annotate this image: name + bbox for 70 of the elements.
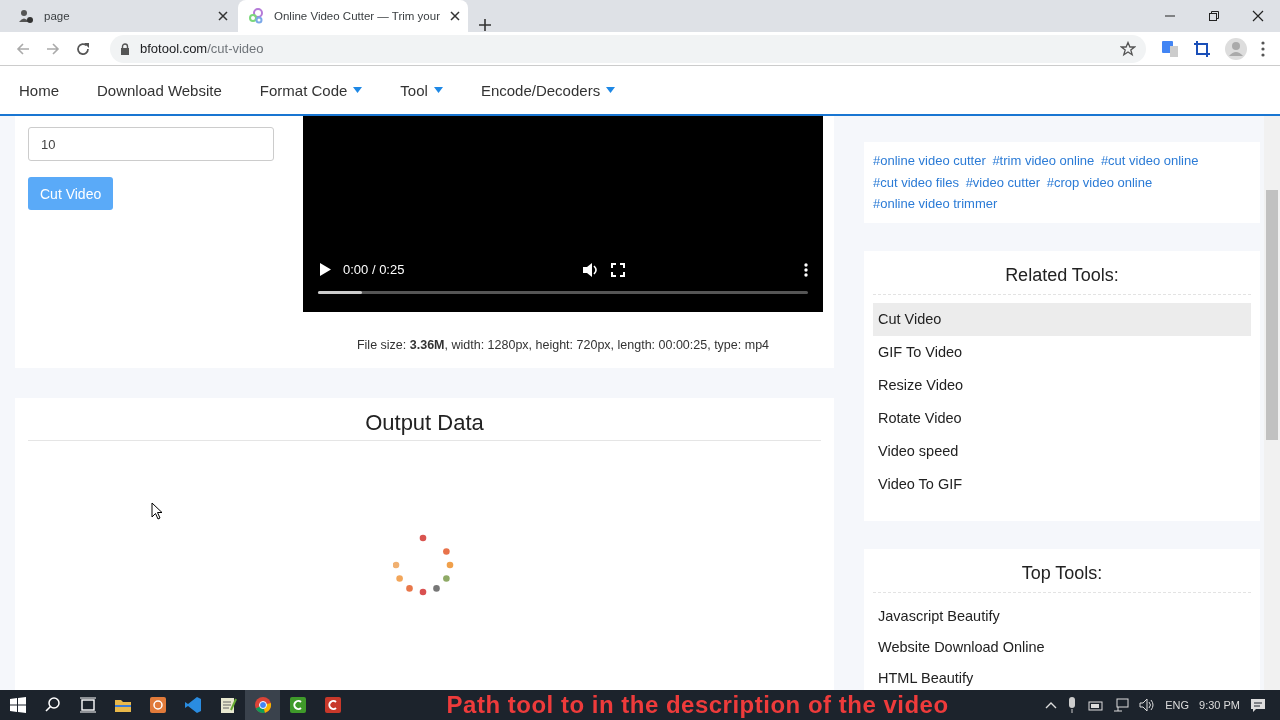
top-tool-item[interactable]: HTML Beautify <box>873 662 1251 690</box>
video-progress-bar[interactable] <box>318 291 808 294</box>
caret-icon <box>606 87 616 93</box>
nav-link[interactable]: Format Code <box>259 81 363 99</box>
circles-logo-icon <box>248 8 264 24</box>
tag-link[interactable]: #cut video files <box>873 171 959 193</box>
panel-title: Related Tools: <box>873 258 1251 295</box>
tag-link[interactable]: #online video cutter <box>873 150 986 172</box>
more-options-icon[interactable] <box>804 262 808 277</box>
related-tool-item[interactable]: Cut Video <box>873 302 1251 336</box>
network-icon[interactable] <box>1113 698 1130 712</box>
section-title: Output Data <box>28 398 821 441</box>
tag-link[interactable]: #online video trimmer <box>873 193 998 215</box>
related-tool-item[interactable]: Rotate Video <box>873 401 1251 435</box>
tag-link[interactable]: #trim video online <box>992 150 1095 172</box>
reload-icon[interactable] <box>75 40 91 57</box>
code-editor-icon[interactable] <box>183 696 202 714</box>
nav-link[interactable]: Home <box>19 81 59 99</box>
video-caption-text: Path tool to in the description of the video <box>445 691 950 719</box>
clock-time[interactable]: 9:30 PM <box>1199 699 1240 711</box>
fullscreen-icon[interactable] <box>611 262 626 277</box>
top-tool-item[interactable]: Website Download Online <box>873 631 1251 663</box>
caret-icon <box>353 87 363 93</box>
tag-link[interactable]: #cut video online <box>1100 150 1199 172</box>
task-view-icon[interactable] <box>78 696 97 714</box>
microphone-icon[interactable] <box>1067 697 1078 713</box>
new-tab-icon[interactable] <box>478 18 492 32</box>
app-icon[interactable] <box>323 696 342 714</box>
address-bar[interactable]: bfotool.com/cut-video <box>110 34 1146 63</box>
lock-icon <box>120 42 130 55</box>
close-icon[interactable] <box>1252 10 1264 22</box>
notepad-icon[interactable] <box>218 696 237 714</box>
related-tool-item[interactable]: GIF To Video <box>873 335 1251 369</box>
scrollbar-thumb[interactable] <box>1266 190 1278 440</box>
restore-icon[interactable] <box>1208 10 1220 22</box>
close-icon[interactable] <box>218 11 228 21</box>
crop-icon[interactable] <box>1193 39 1211 58</box>
app-icon[interactable] <box>288 696 307 714</box>
mouse-cursor-icon <box>151 502 163 520</box>
file-info-text: File size: 3.36M, width: 1280px, height: 720px, length: 00:00:25, type: mp4 <box>355 338 771 352</box>
number-input-field[interactable]: 10 <box>28 127 274 161</box>
caret-icon <box>433 87 443 93</box>
tag-link[interactable]: #video cutter <box>965 171 1041 193</box>
notification-icon[interactable] <box>1250 697 1266 713</box>
battery-icon[interactable] <box>1087 699 1104 711</box>
star-icon[interactable] <box>1120 40 1136 57</box>
play-icon[interactable] <box>320 263 331 276</box>
related-tool-item[interactable]: Resize Video <box>873 368 1251 402</box>
related-tool-item[interactable]: Video To GIF <box>873 467 1251 501</box>
browser-tab[interactable]: page <box>8 0 238 32</box>
search-icon[interactable] <box>43 696 62 714</box>
volume-icon[interactable] <box>583 262 600 277</box>
windows-start-icon[interactable] <box>8 696 27 714</box>
more-menu-icon[interactable] <box>1261 40 1265 57</box>
nav-link[interactable]: Encode/Decoders <box>480 81 616 99</box>
nav-link[interactable]: Tool <box>400 81 443 99</box>
app-icon[interactable] <box>148 696 167 714</box>
chrome-icon[interactable] <box>253 696 272 714</box>
nav-link[interactable]: Download Website <box>97 81 222 99</box>
chevron-up-icon[interactable] <box>1045 701 1058 709</box>
volume-icon[interactable] <box>1139 698 1156 712</box>
related-tool-item[interactable]: Video speed <box>873 434 1251 468</box>
browser-tab[interactable]: Online Video Cutter — Trim your <box>238 0 468 32</box>
language-indicator[interactable]: ENG <box>1165 699 1190 711</box>
url-text: bfotool.com/cut-video <box>140 41 265 56</box>
tag-link[interactable]: #crop video online <box>1046 171 1153 193</box>
video-time: 0:00 / 0:25 <box>343 262 405 277</box>
close-icon[interactable] <box>449 11 460 21</box>
top-tool-item[interactable]: Javascript Beautify <box>873 600 1251 632</box>
panel-title: Top Tools: <box>873 556 1251 593</box>
